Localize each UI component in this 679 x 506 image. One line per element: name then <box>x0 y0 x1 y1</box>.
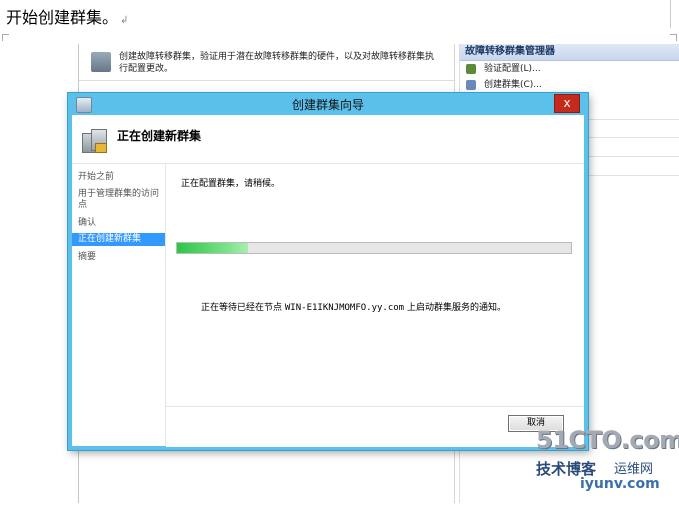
close-button[interactable]: x <box>554 94 580 113</box>
margin-corner-left <box>2 34 9 41</box>
document-margin-line <box>670 0 671 28</box>
bg-description: 创建故障转移群集，验证用于潜在故障转移群集的硬件，以及对故障转移群集执行配置更改… <box>119 52 435 74</box>
watermark-main: 51CTO.com <box>536 426 679 454</box>
node-name: WIN-E1IKNJMOMFO.yy.com <box>284 303 405 313</box>
validate-icon <box>466 64 476 74</box>
document-heading: 开始创建群集。 ↲ <box>6 8 129 27</box>
step-summary[interactable]: 摘要 <box>72 252 165 263</box>
create-cluster-wizard: 创建群集向导 x 正在创建新群集 开始之前 用于管理群集的访问点 确认 正在创建… <box>68 93 588 450</box>
watermark-ops: 运维网 <box>614 462 654 477</box>
actions-pane-title[interactable]: 故障转移群集管理器 <box>460 44 679 61</box>
watermark-domain: iyunv.com <box>580 476 660 492</box>
status-message: 正在配置群集，请稍候。 <box>181 179 281 189</box>
paragraph-mark-icon: ↲ <box>120 15 129 26</box>
step-confirmation[interactable]: 确认 <box>72 218 165 229</box>
wizard-title: 创建群集向导 <box>291 98 364 112</box>
step-access-point[interactable]: 用于管理群集的访问点 <box>72 189 165 211</box>
wizard-title-bar[interactable]: 创建群集向导 x <box>68 93 588 115</box>
margin-corner-right <box>670 34 677 41</box>
wizard-button-bar: 取消 <box>166 406 584 447</box>
wizard-content: 正在配置群集，请稍候。 正在等待已经在节点 WIN-E1IKNJMOMFO.yy… <box>166 164 584 446</box>
cluster-icon <box>91 52 111 72</box>
create-cluster-icon <box>466 80 476 90</box>
wizard-step-list: 开始之前 用于管理群集的访问点 确认 正在创建新群集 摘要 <box>72 164 166 446</box>
cluster-servers-icon <box>82 127 108 153</box>
wizard-client-area: 正在创建新群集 开始之前 用于管理群集的访问点 确认 正在创建新群集 摘要 正在… <box>72 115 584 447</box>
step-creating-new-cluster[interactable]: 正在创建新群集 <box>72 233 165 246</box>
progress-bar <box>176 242 572 254</box>
action-validate-configuration[interactable]: 验证配置(L)... <box>460 61 679 77</box>
wizard-header: 正在创建新群集 <box>72 115 584 164</box>
wizard-page-title: 正在创建新群集 <box>117 129 202 143</box>
progress-fill <box>177 243 248 253</box>
step-before-you-begin[interactable]: 开始之前 <box>72 172 165 183</box>
action-create-cluster[interactable]: 创建群集(C)... <box>460 77 679 93</box>
waiting-message: 正在等待已经在节点 WIN-E1IKNJMOMFO.yy.com 上启动群集服务… <box>201 303 506 313</box>
site-watermark: 51CTO.com 技术博客 运维网 iyunv.com <box>530 426 679 498</box>
